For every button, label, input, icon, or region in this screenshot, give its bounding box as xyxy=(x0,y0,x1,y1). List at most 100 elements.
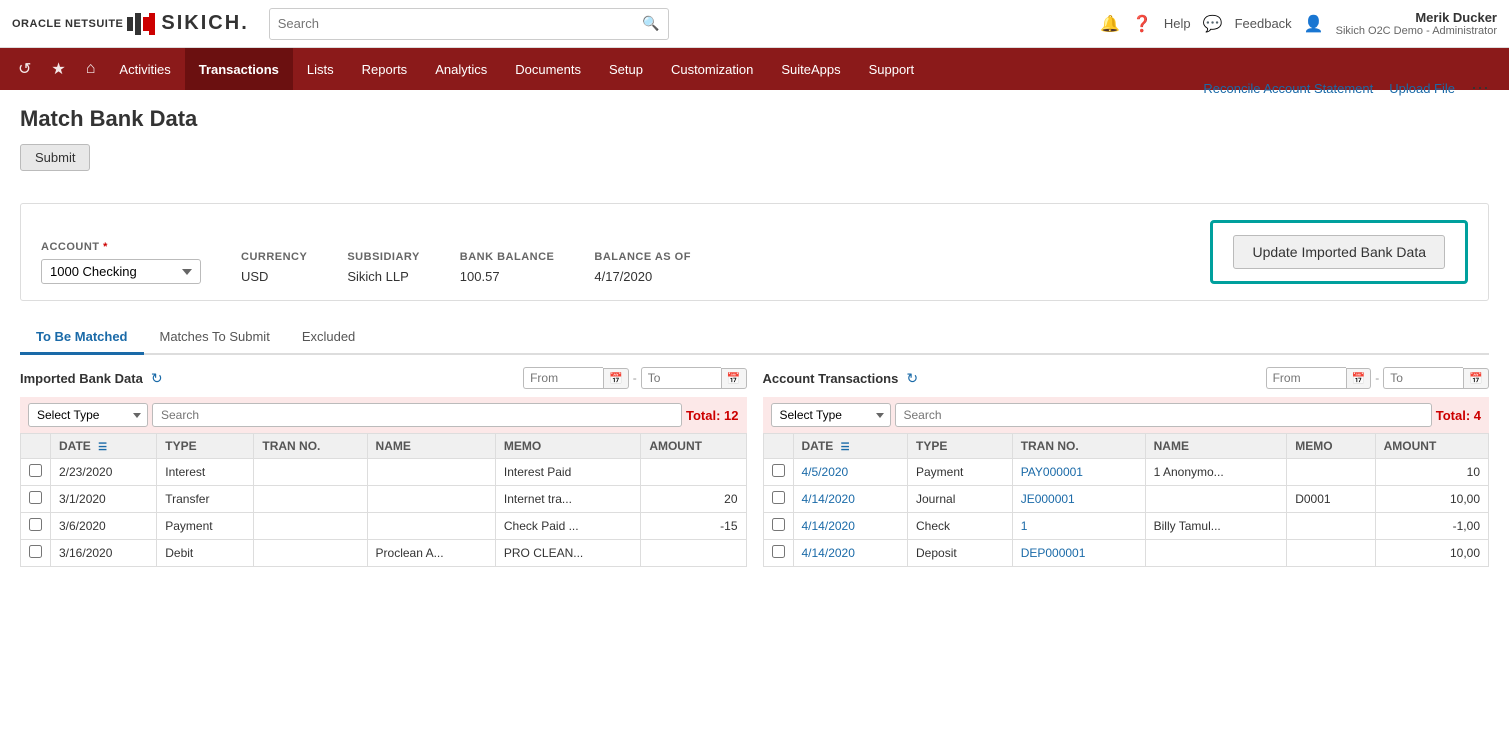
sikich-logo: SIKICH. xyxy=(127,12,248,35)
user-icon[interactable]: 👤 xyxy=(1304,14,1324,34)
row-amount xyxy=(641,459,746,486)
row-type: Interest xyxy=(157,459,254,486)
update-imported-bank-data-button[interactable]: Update Imported Bank Data xyxy=(1233,235,1445,269)
imported-type-select[interactable]: Select Type xyxy=(28,403,148,427)
reconcile-link[interactable]: Reconcile Account Statement xyxy=(1203,81,1373,96)
imported-total-badge: Total: 12 xyxy=(686,408,739,423)
nav-item-documents[interactable]: Documents xyxy=(501,48,595,90)
row-memo xyxy=(1287,513,1375,540)
tab-matches-to-submit[interactable]: Matches To Submit xyxy=(144,321,286,355)
nav-item-setup[interactable]: Setup xyxy=(595,48,657,90)
nav-star-icon[interactable]: ★ xyxy=(41,59,75,79)
account-col-checkbox xyxy=(763,434,793,459)
account-refresh-icon[interactable]: ↻ xyxy=(906,370,918,387)
row-name xyxy=(367,459,495,486)
tab-excluded[interactable]: Excluded xyxy=(286,321,371,355)
row-type: Payment xyxy=(908,459,1013,486)
help-link[interactable]: Help xyxy=(1164,16,1191,31)
row-tran-no[interactable]: JE000001 xyxy=(1012,486,1145,513)
row-checkbox[interactable] xyxy=(29,464,42,477)
nav-item-reports[interactable]: Reports xyxy=(348,48,422,90)
row-amount: 20 xyxy=(641,486,746,513)
imported-date-range: 📅 - 📅 xyxy=(523,367,746,389)
table-row: 3/1/2020 Transfer Internet tra... 20 xyxy=(21,486,747,513)
account-from-input[interactable] xyxy=(1266,367,1346,389)
row-tran-no xyxy=(254,486,367,513)
account-select[interactable]: 1000 Checking xyxy=(41,259,201,284)
global-search-bar[interactable]: 🔍 xyxy=(269,8,669,40)
nav-item-analytics[interactable]: Analytics xyxy=(421,48,501,90)
imported-refresh-icon[interactable]: ↻ xyxy=(151,370,163,387)
nav-item-suiteapps[interactable]: SuiteApps xyxy=(767,48,854,90)
row-date[interactable]: 4/5/2020 xyxy=(793,459,908,486)
nav-item-support[interactable]: Support xyxy=(855,48,929,90)
user-sub: Sikich O2C Demo - Administrator xyxy=(1336,25,1497,37)
sikich-logo-icon xyxy=(127,13,155,35)
row-memo: Internet tra... xyxy=(495,486,640,513)
currency-field-group: CURRENCY USD xyxy=(241,251,307,284)
row-name xyxy=(1145,486,1287,513)
imported-from-cal-btn[interactable]: 📅 xyxy=(603,368,629,389)
row-tran-no[interactable]: DEP000001 xyxy=(1012,540,1145,567)
row-checkbox[interactable] xyxy=(29,545,42,558)
row-tran-no[interactable]: PAY000001 xyxy=(1012,459,1145,486)
bank-balance-value: 100.57 xyxy=(460,269,555,284)
row-checkbox-cell xyxy=(21,513,51,540)
imported-date-sep: - xyxy=(633,371,637,385)
account-col-tran-no: TRAN NO. xyxy=(1012,434,1145,459)
imported-col-memo: MEMO xyxy=(495,434,640,459)
row-checkbox[interactable] xyxy=(29,518,42,531)
account-to-cal-btn[interactable]: 📅 xyxy=(1463,368,1489,389)
table-row: 3/6/2020 Payment Check Paid ... -15 xyxy=(21,513,747,540)
subsidiary-value: Sikich LLP xyxy=(347,269,419,284)
row-checkbox[interactable] xyxy=(772,545,785,558)
nav-item-activities[interactable]: Activities xyxy=(105,48,184,90)
imported-col-name: NAME xyxy=(367,434,495,459)
user-name: Merik Ducker xyxy=(1336,10,1497,25)
more-actions-icon[interactable]: ⋯ xyxy=(1471,78,1489,99)
feedback-icon[interactable]: 💬 xyxy=(1203,14,1223,34)
nav-refresh-icon[interactable]: ↺ xyxy=(8,59,41,79)
notifications-icon[interactable]: 🔔 xyxy=(1100,14,1120,34)
nav-item-customization[interactable]: Customization xyxy=(657,48,767,90)
currency-value: USD xyxy=(241,269,307,284)
account-table-body: 4/5/2020 Payment PAY000001 1 Anonymo... … xyxy=(763,459,1489,567)
row-checkbox[interactable] xyxy=(772,464,785,477)
balance-as-of-label: BALANCE AS OF xyxy=(594,251,691,263)
nav-item-lists[interactable]: Lists xyxy=(293,48,348,90)
account-search-input[interactable] xyxy=(895,403,1432,427)
row-checkbox[interactable] xyxy=(772,518,785,531)
row-date[interactable]: 4/14/2020 xyxy=(793,513,908,540)
row-tran-no[interactable]: 1 xyxy=(1012,513,1145,540)
imported-panel-header: Imported Bank Data ↻ 📅 - 📅 xyxy=(20,367,747,389)
row-date[interactable]: 4/14/2020 xyxy=(793,486,908,513)
account-from-cal-btn[interactable]: 📅 xyxy=(1346,368,1372,389)
account-to-group: 📅 xyxy=(1383,367,1489,389)
account-date-range: 📅 - 📅 xyxy=(1266,367,1489,389)
help-icon[interactable]: ❓ xyxy=(1132,14,1152,34)
imported-to-input[interactable] xyxy=(641,367,721,389)
imported-to-cal-btn[interactable]: 📅 xyxy=(721,368,747,389)
account-table: DATE ☰ TYPE TRAN NO. NAME MEMO AMOUNT 4/… xyxy=(763,433,1490,567)
account-type-select[interactable]: Select Type xyxy=(771,403,891,427)
imported-search-input[interactable] xyxy=(152,403,682,427)
row-checkbox[interactable] xyxy=(29,491,42,504)
row-memo xyxy=(1287,459,1375,486)
account-to-input[interactable] xyxy=(1383,367,1463,389)
nav-home-icon[interactable]: ⌂ xyxy=(76,60,106,78)
feedback-link[interactable]: Feedback xyxy=(1235,16,1292,31)
tab-to-be-matched[interactable]: To Be Matched xyxy=(20,321,144,355)
account-filter-row: Select Type Total: 4 xyxy=(763,397,1490,433)
account-date-sep: - xyxy=(1375,371,1379,385)
imported-from-input[interactable] xyxy=(523,367,603,389)
row-date[interactable]: 4/14/2020 xyxy=(793,540,908,567)
global-search-input[interactable] xyxy=(278,16,643,31)
date-sort-icon: ☰ xyxy=(98,442,107,453)
row-checkbox[interactable] xyxy=(772,491,785,504)
upload-file-link[interactable]: Upload File xyxy=(1389,81,1455,96)
balance-as-of-field-group: BALANCE AS OF 4/17/2020 xyxy=(594,251,691,284)
row-type: Deposit xyxy=(908,540,1013,567)
submit-button[interactable]: Submit xyxy=(20,144,90,171)
account-total-badge: Total: 4 xyxy=(1436,408,1481,423)
nav-item-transactions[interactable]: Transactions xyxy=(185,48,293,90)
